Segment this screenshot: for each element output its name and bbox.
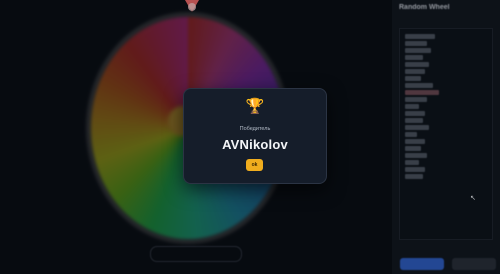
winner-label: Победитель — [239, 126, 271, 132]
app: Random Wheel ↖ 🏆 Победитель AVNikolov ok — [0, 0, 500, 274]
winner-dialog: 🏆 Победитель AVNikolov ok — [183, 88, 327, 184]
trophy-icon: 🏆 — [245, 98, 265, 115]
winner-name: AVNikolov — [222, 137, 288, 152]
ok-button[interactable]: ok — [246, 159, 263, 171]
